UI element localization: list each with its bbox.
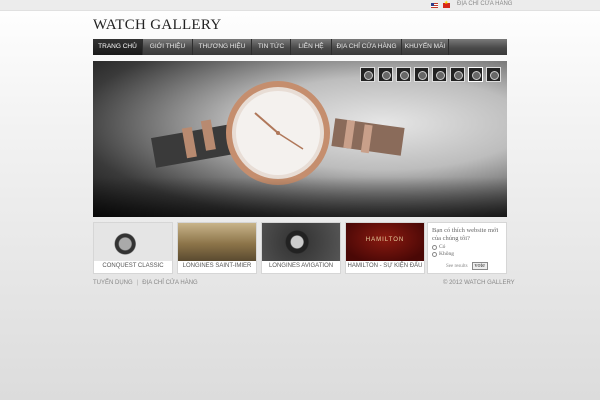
vietnamese-flag-icon[interactable] — [443, 0, 450, 8]
tile-hamilton-event[interactable]: HAMILTON Hamilton - sự kiện đấu — [345, 222, 425, 274]
tile-conquest-classic[interactable]: Conquest Classic — [93, 222, 173, 274]
banner-thumbnail[interactable] — [396, 67, 411, 82]
featured-tiles: Conquest Classic Longines Saint-Imier Lo… — [93, 222, 425, 274]
footer-separator: | — [136, 280, 139, 286]
tile-image — [178, 223, 256, 261]
nav-item-brands[interactable]: Thương hiệu — [193, 39, 252, 55]
english-flag-icon[interactable] — [431, 3, 438, 8]
poll-option-yes[interactable]: Có — [432, 244, 502, 250]
see-results-link[interactable]: See results — [446, 264, 468, 269]
banner-thumbnail[interactable] — [378, 67, 393, 82]
tile-longines-avigation[interactable]: Longines Avigation — [261, 222, 341, 274]
main-nav: Trang chủ Giới thiệu Thương hiệu Tin tức… — [93, 39, 507, 55]
hero-banner[interactable] — [93, 61, 507, 217]
tile-caption: Hamilton - sự kiện đấu — [347, 263, 423, 269]
footer-link-store-address[interactable]: Địa chỉ cửa hàng — [142, 280, 197, 286]
tile-caption: Longines Saint-Imier — [182, 263, 252, 269]
nav-item-home[interactable]: Trang chủ — [93, 39, 143, 55]
tile-image — [94, 223, 172, 261]
site-logo[interactable]: WATCH GALLERY — [93, 17, 221, 34]
nav-item-promotions[interactable]: Khuyến mãi — [402, 39, 449, 55]
banner-thumbnail[interactable] — [414, 67, 429, 82]
tile-image: HAMILTON — [346, 223, 424, 261]
banner-thumbnail[interactable] — [486, 67, 501, 82]
footer-copyright: © 2012 Watch Gallery — [443, 280, 515, 286]
top-bar: Địa chỉ cửa hàng — [0, 0, 600, 11]
poll-actions: See results vote — [446, 262, 488, 270]
banner-floor-shade — [93, 177, 507, 217]
poll-widget: Bạn có thích website mới của chúng tôi? … — [427, 222, 507, 274]
nav-item-store-address[interactable]: Địa chỉ cửa hàng — [332, 39, 402, 55]
footer-links: Tuyển dụng | Địa chỉ cửa hàng — [93, 280, 198, 286]
poll-option-label: Có — [439, 244, 446, 250]
banner-thumbnail[interactable] — [360, 67, 375, 82]
store-address-link[interactable]: Địa chỉ cửa hàng — [457, 1, 512, 7]
hamilton-logo: HAMILTON — [365, 237, 405, 243]
radio-button[interactable] — [432, 244, 437, 250]
poll-question: Bạn có thích website mới của chúng tôi? — [432, 227, 499, 242]
poll-option-no[interactable]: Không — [432, 251, 502, 257]
banner-thumbnail-selected[interactable] — [468, 67, 483, 82]
tile-caption: Conquest Classic — [102, 263, 164, 269]
footer-link-careers[interactable]: Tuyển dụng — [93, 280, 133, 286]
nav-item-news[interactable]: Tin tức — [252, 39, 291, 55]
nav-item-about[interactable]: Giới thiệu — [143, 39, 193, 55]
tile-longines-saint-imier[interactable]: Longines Saint-Imier — [177, 222, 257, 274]
poll-option-label: Không — [439, 251, 454, 257]
vote-button[interactable]: vote — [471, 262, 488, 270]
radio-button[interactable] — [432, 251, 437, 257]
banner-thumbnails — [360, 67, 501, 82]
tile-caption: Longines Avigation — [268, 263, 334, 269]
tile-image — [262, 223, 340, 261]
nav-item-contact[interactable]: Liên hệ — [291, 39, 332, 55]
banner-thumbnail[interactable] — [450, 67, 465, 82]
banner-thumbnail[interactable] — [432, 67, 447, 82]
